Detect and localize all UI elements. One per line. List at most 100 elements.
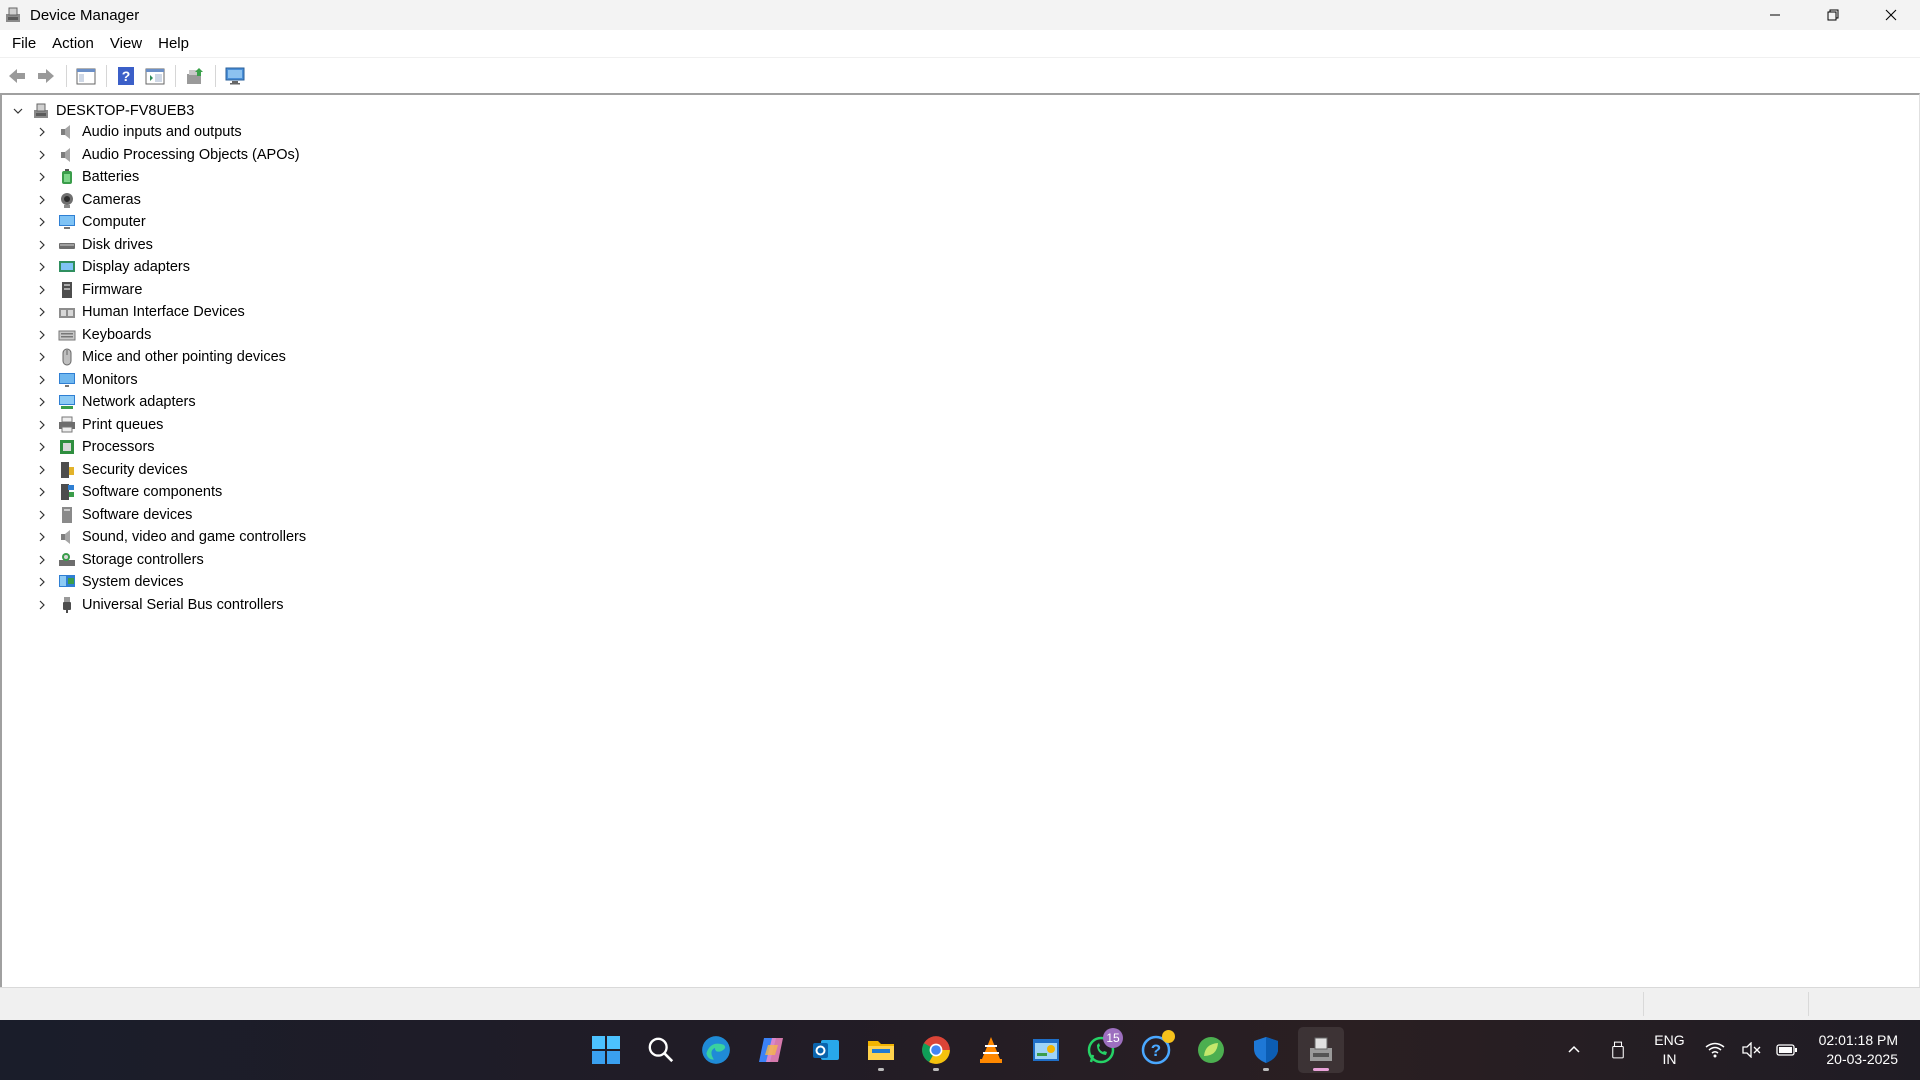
expand-chevron-icon[interactable]: [36, 261, 48, 273]
tree-category[interactable]: Cameras: [36, 189, 306, 212]
file-explorer-taskbar-button[interactable]: [858, 1027, 904, 1073]
chrome-taskbar-button[interactable]: [913, 1027, 959, 1073]
expand-chevron-icon[interactable]: [36, 576, 48, 588]
expand-chevron-icon[interactable]: [36, 284, 48, 296]
defender-taskbar-button[interactable]: [1243, 1027, 1289, 1073]
tree-category[interactable]: Storage controllers: [36, 549, 306, 572]
start-icon: [591, 1035, 621, 1065]
expand-chevron-icon[interactable]: [36, 554, 48, 566]
taskbar-apps: 15?: [583, 1020, 1353, 1080]
tree-category[interactable]: Audio inputs and outputs: [36, 121, 306, 144]
control-panel-taskbar-button[interactable]: [1023, 1027, 1069, 1073]
close-button[interactable]: [1862, 0, 1920, 30]
expand-chevron-icon[interactable]: [36, 531, 48, 543]
tree-category[interactable]: Security devices: [36, 459, 306, 482]
expand-chevron-icon[interactable]: [36, 194, 48, 206]
volume-tray-button[interactable]: [1739, 1038, 1763, 1062]
tree-category[interactable]: Disk drives: [36, 234, 306, 257]
tree-category-label: Storage controllers: [82, 551, 204, 568]
expand-chevron-icon[interactable]: [36, 441, 48, 453]
tree-category[interactable]: Software devices: [36, 504, 306, 527]
tree-category[interactable]: Computer: [36, 211, 306, 234]
expand-chevron-icon[interactable]: [36, 509, 48, 521]
leaf-app-icon: [1196, 1035, 1226, 1065]
scan-hardware-button[interactable]: [222, 63, 248, 89]
start-taskbar-button[interactable]: [583, 1027, 629, 1073]
edge-taskbar-button[interactable]: [693, 1027, 739, 1073]
show-hidden-icons-button[interactable]: [1562, 1038, 1586, 1062]
properties-button[interactable]: [142, 63, 168, 89]
usb-drive-tray-button[interactable]: [1606, 1038, 1630, 1062]
minimize-button[interactable]: [1746, 0, 1804, 30]
expand-chevron-icon[interactable]: [36, 329, 48, 341]
show-hide-console-tree-button[interactable]: [73, 63, 99, 89]
tree-category[interactable]: Keyboards: [36, 324, 306, 347]
outlook-taskbar-button[interactable]: [803, 1027, 849, 1073]
computer-icon: [58, 213, 76, 231]
expand-chevron-icon[interactable]: [36, 599, 48, 611]
keyboard-icon: [58, 326, 76, 344]
tree-category[interactable]: Firmware: [36, 279, 306, 302]
leaf-app-taskbar-button[interactable]: [1188, 1027, 1234, 1073]
whatsapp-taskbar-button[interactable]: 15: [1078, 1027, 1124, 1073]
tree-category[interactable]: Software components: [36, 481, 306, 504]
tree-category[interactable]: Print queues: [36, 414, 306, 437]
expand-chevron-icon[interactable]: [36, 396, 48, 408]
tree-category[interactable]: Sound, video and game controllers: [36, 526, 306, 549]
expand-chevron-icon[interactable]: [36, 216, 48, 228]
get-help-taskbar-button[interactable]: ?: [1133, 1027, 1179, 1073]
tree-category-label: Firmware: [82, 281, 143, 298]
forward-button[interactable]: [33, 63, 59, 89]
tree-category[interactable]: Network adapters: [36, 391, 306, 414]
status-bar: [0, 987, 1920, 1020]
copilot-taskbar-button[interactable]: [748, 1027, 794, 1073]
tree-category[interactable]: Universal Serial Bus controllers: [36, 594, 306, 617]
language-indicator[interactable]: ENG IN: [1654, 1031, 1684, 1069]
usb-icon: [58, 596, 76, 614]
tree-root-label: DESKTOP-FV8UEB3: [56, 103, 195, 119]
menu-view[interactable]: View: [102, 30, 150, 57]
running-indicator: [878, 1068, 884, 1071]
battery-tray-button[interactable]: [1775, 1038, 1799, 1062]
control-panel-icon: [1031, 1035, 1061, 1065]
expand-chevron-icon[interactable]: [36, 374, 48, 386]
expand-chevron-icon[interactable]: [36, 239, 48, 251]
back-button[interactable]: [4, 63, 30, 89]
speaker-icon: [58, 123, 76, 141]
tree-category[interactable]: Human Interface Devices: [36, 301, 306, 324]
tree-category[interactable]: Mice and other pointing devices: [36, 346, 306, 369]
menu-help[interactable]: Help: [150, 30, 197, 57]
clock[interactable]: 02:01:18 PM 20-03-2025: [1819, 1031, 1898, 1069]
tree-category[interactable]: Processors: [36, 436, 306, 459]
toolbar: ?: [0, 57, 1920, 93]
collapse-chevron-icon[interactable]: [12, 105, 24, 117]
menu-file[interactable]: File: [4, 30, 44, 57]
running-indicator: [1313, 1068, 1329, 1071]
notification-dot-badge: [1162, 1030, 1175, 1043]
expand-chevron-icon[interactable]: [36, 149, 48, 161]
search-taskbar-button[interactable]: [638, 1027, 684, 1073]
tree-category-label: Batteries: [82, 169, 140, 186]
expand-chevron-icon[interactable]: [36, 464, 48, 476]
tree-root-node[interactable]: DESKTOP-FV8UEB3: [12, 101, 194, 121]
menu-action[interactable]: Action: [44, 30, 102, 57]
tree-category[interactable]: System devices: [36, 571, 306, 594]
expand-chevron-icon[interactable]: [36, 486, 48, 498]
update-driver-button[interactable]: [182, 63, 208, 89]
vlc-taskbar-button[interactable]: [968, 1027, 1014, 1073]
expand-chevron-icon[interactable]: [36, 126, 48, 138]
expand-chevron-icon[interactable]: [36, 419, 48, 431]
menu-bar: File Action View Help: [0, 30, 1920, 57]
expand-chevron-icon[interactable]: [36, 306, 48, 318]
tree-category[interactable]: Display adapters: [36, 256, 306, 279]
device-manager-taskbar-button[interactable]: [1298, 1027, 1344, 1073]
network-tray-button[interactable]: [1703, 1038, 1727, 1062]
system-tray: ENG IN 02:01:18 PM 20-03-2025: [1556, 1020, 1920, 1080]
tree-category[interactable]: Audio Processing Objects (APOs): [36, 144, 306, 167]
expand-chevron-icon[interactable]: [36, 171, 48, 183]
tree-category[interactable]: Monitors: [36, 369, 306, 392]
tree-category[interactable]: Batteries: [36, 166, 306, 189]
expand-chevron-icon[interactable]: [36, 351, 48, 363]
restore-button[interactable]: [1804, 0, 1862, 30]
help-button[interactable]: ?: [113, 63, 139, 89]
